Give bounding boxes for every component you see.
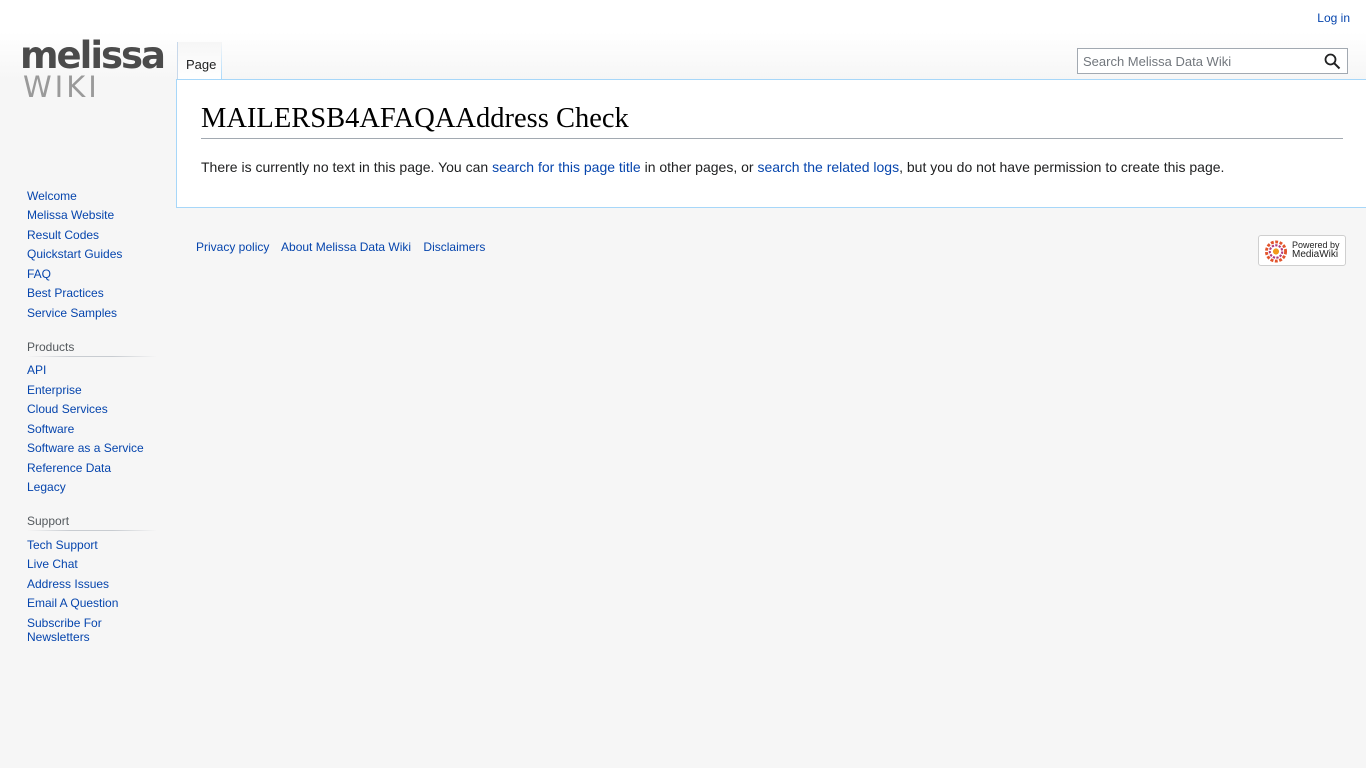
list-item: Tech Support xyxy=(27,535,157,555)
list-item: Cloud Services xyxy=(27,400,157,420)
list-item: Service Samples xyxy=(27,303,157,323)
page-body-text: There is currently no text in this page.… xyxy=(201,158,1224,176)
list-item: Legacy xyxy=(27,478,157,498)
disclaimers-link[interactable]: Disclaimers xyxy=(423,240,485,254)
body-text-middle: in other pages, or xyxy=(640,159,758,175)
site-logo[interactable]: melissa WIKI xyxy=(20,36,166,108)
search-related-logs-link[interactable]: search the related logs xyxy=(757,159,899,175)
search-icon[interactable] xyxy=(1324,53,1341,70)
main-content: MAILERSB4AFAQAAddress Check There is cur… xyxy=(176,79,1366,208)
list-item: Reference Data xyxy=(27,458,157,478)
sidebar-item-welcome[interactable]: Welcome xyxy=(27,189,77,203)
sidebar-item-api[interactable]: API xyxy=(27,363,46,377)
sidebar-item-result-codes[interactable]: Result Codes xyxy=(27,228,99,242)
about-link[interactable]: About Melissa Data Wiki xyxy=(281,240,411,254)
sidebar-item-enterprise[interactable]: Enterprise xyxy=(27,383,82,397)
privacy-policy-link[interactable]: Privacy policy xyxy=(196,240,269,254)
list-item: Best Practices xyxy=(27,284,157,304)
login-link[interactable]: Log in xyxy=(1317,11,1350,25)
sidebar-item-live-chat[interactable]: Live Chat xyxy=(27,557,78,571)
sidebar-item-melissa-website[interactable]: Melissa Website xyxy=(27,208,114,222)
sidebar-item-address-issues[interactable]: Address Issues xyxy=(27,577,109,591)
sidebar-item-cloud-services[interactable]: Cloud Services xyxy=(27,402,108,416)
tab-divider xyxy=(221,42,222,80)
list-item: Software as a Service xyxy=(27,439,157,459)
sidebar-item-tech-support[interactable]: Tech Support xyxy=(27,538,98,552)
list-item: Subscribe For Newsletters xyxy=(27,613,157,647)
list-item: Software xyxy=(27,419,157,439)
sidebar-item-quickstart-guides[interactable]: Quickstart Guides xyxy=(27,247,122,261)
body-text-start: There is currently no text in this page.… xyxy=(201,159,493,175)
support-list: Tech Support Live Chat Address Issues Em… xyxy=(27,535,157,647)
powered-by-mediawiki-badge[interactable]: Powered by MediaWiki xyxy=(1258,235,1346,266)
sidebar-item-subscribe-for-newsletters[interactable]: Subscribe For Newsletters xyxy=(27,616,102,644)
body-text-end: , but you do not have permission to crea… xyxy=(899,159,1225,175)
tab-page[interactable]: Page xyxy=(177,42,222,80)
sidebar-item-email-a-question[interactable]: Email A Question xyxy=(27,596,118,610)
search-page-title-link[interactable]: search for this page title xyxy=(492,159,641,175)
list-item: Melissa Website xyxy=(27,206,157,226)
sidebar-item-reference-data[interactable]: Reference Data xyxy=(27,461,111,475)
products-list: API Enterprise Cloud Services Software S… xyxy=(27,361,157,498)
list-item: API xyxy=(27,361,157,381)
list-item: Quickstart Guides xyxy=(27,245,157,265)
products-heading: Products xyxy=(27,339,157,357)
mediawiki-label: MediaWiki xyxy=(1292,249,1339,260)
search-box xyxy=(1077,48,1348,74)
mediawiki-logo-icon xyxy=(1264,240,1288,263)
list-item: FAQ xyxy=(27,264,157,284)
sidebar-item-faq[interactable]: FAQ xyxy=(27,267,51,281)
list-item: Welcome xyxy=(27,186,157,206)
support-heading: Support xyxy=(27,514,157,531)
page-title: MAILERSB4AFAQAAddress Check xyxy=(201,102,1343,139)
list-item: Enterprise xyxy=(27,380,157,400)
search-input[interactable] xyxy=(1078,49,1323,73)
list-item: Email A Question xyxy=(27,594,157,614)
list-item: Result Codes xyxy=(27,225,157,245)
list-item: Live Chat xyxy=(27,555,157,575)
personal-tools: Log in xyxy=(1317,11,1350,25)
sidebar-item-software[interactable]: Software xyxy=(27,422,74,436)
list-item: Address Issues xyxy=(27,574,157,594)
navigation-list: Welcome Melissa Website Result Codes Qui… xyxy=(27,186,157,323)
sidebar: Welcome Melissa Website Result Codes Qui… xyxy=(27,186,157,647)
sidebar-item-legacy[interactable]: Legacy xyxy=(27,480,66,494)
footer-links: Privacy policy About Melissa Data Wiki D… xyxy=(196,240,494,254)
sidebar-item-service-samples[interactable]: Service Samples xyxy=(27,306,117,320)
tab-page-label: Page xyxy=(186,57,217,72)
sidebar-item-best-practices[interactable]: Best Practices xyxy=(27,286,104,300)
sidebar-item-software-as-a-service[interactable]: Software as a Service xyxy=(27,441,144,455)
